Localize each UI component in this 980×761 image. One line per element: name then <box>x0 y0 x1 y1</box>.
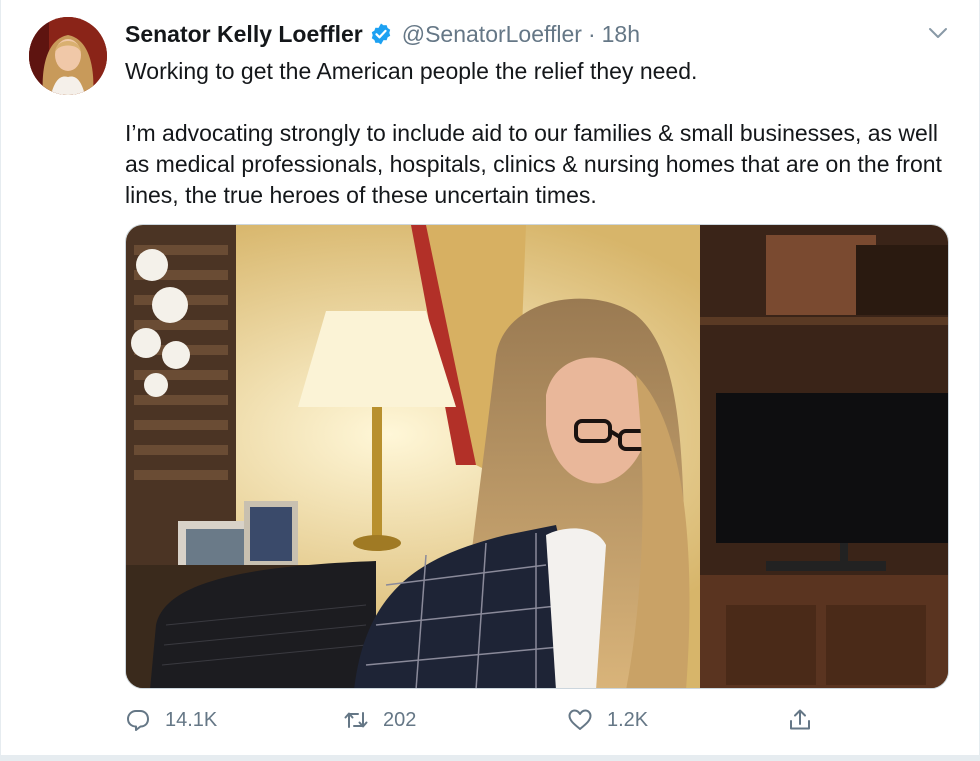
like-count: 1.2K <box>607 708 649 731</box>
tweet-text-paragraph-1: Working to get the American people the r… <box>125 58 698 84</box>
header-separator: · <box>587 20 596 47</box>
tweet-header: Senator Kelly Loeffler @SenatorLoeffler … <box>125 18 640 50</box>
reply-bubble-icon <box>127 710 149 731</box>
retweet-button[interactable]: 202 <box>343 700 416 740</box>
verified-badge-icon <box>371 23 390 45</box>
like-button[interactable]: 1.2K <box>567 700 648 740</box>
tweet-text: Working to get the American people the r… <box>125 56 965 211</box>
retweet-count: 202 <box>383 708 417 731</box>
office-photo <box>126 225 948 688</box>
chevron-down-icon[interactable] <box>927 22 949 44</box>
tweet-actions: 14.1K 202 1.2K <box>125 700 825 740</box>
reply-count: 14.1K <box>165 708 218 731</box>
share-upload-icon <box>790 709 810 730</box>
avatar-photo <box>29 17 107 95</box>
heart-icon <box>568 709 592 730</box>
author-display-name[interactable]: Senator Kelly Loeffler <box>125 21 363 48</box>
author-handle[interactable]: @SenatorLoeffler <box>402 21 582 48</box>
tweet-text-paragraph-2: I’m advocating strongly to include aid t… <box>125 120 942 208</box>
reply-button[interactable]: 14.1K <box>125 700 217 740</box>
retweet-arrows-icon <box>344 712 368 728</box>
share-button[interactable] <box>787 700 827 740</box>
tweet-timestamp[interactable]: 18h <box>602 21 640 48</box>
tweet-card[interactable]: Senator Kelly Loeffler @SenatorLoeffler … <box>0 0 980 761</box>
tweet-media-photo[interactable] <box>125 224 949 689</box>
avatar[interactable] <box>29 17 107 95</box>
